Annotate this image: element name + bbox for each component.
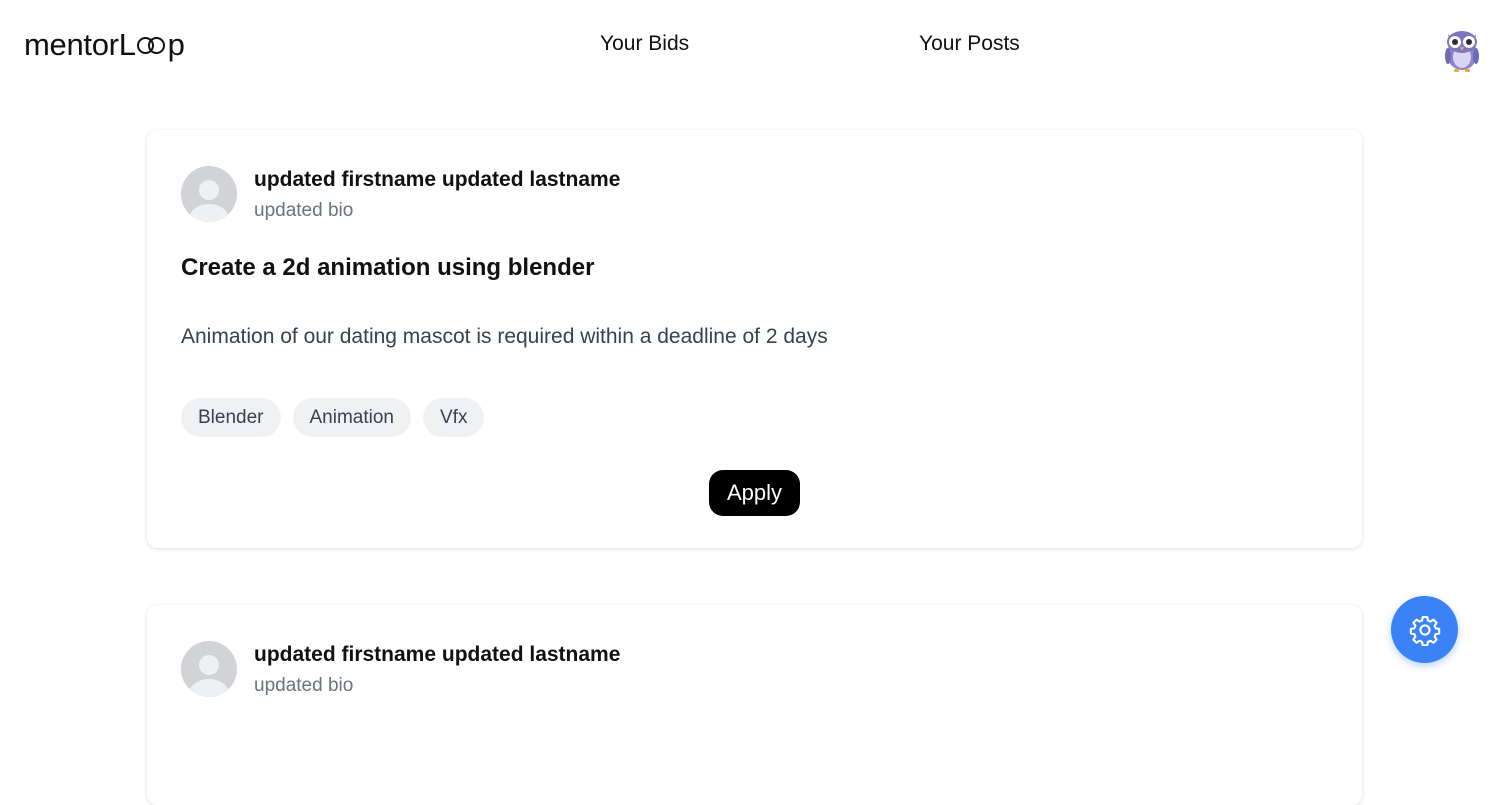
author-bio: updated bio: [254, 675, 354, 696]
logo-double-o: [136, 35, 167, 55]
author-name: updated firstname updated lastname: [254, 168, 621, 191]
post-card: updated firstname updated lastname updat…: [147, 130, 1362, 548]
post-card: updated firstname updated lastname updat…: [147, 605, 1362, 805]
author-bio: updated bio: [254, 200, 354, 221]
tag-chip: Animation: [292, 398, 411, 437]
author-avatar: [181, 166, 237, 222]
owl-avatar-icon[interactable]: [1442, 24, 1482, 72]
post-description: Animation of our dating mascot is requir…: [181, 325, 828, 348]
top-navbar: mentor Lp Your Bids Your Posts: [0, 0, 1502, 94]
tag-chip: Vfx: [423, 398, 485, 437]
post-title: Create a 2d animation using blender: [181, 254, 595, 281]
gear-icon: [1409, 615, 1440, 646]
tag-list: Blender Animation Vfx: [181, 398, 485, 437]
nav-your-posts[interactable]: Your Posts: [919, 32, 1020, 56]
nav-your-bids[interactable]: Your Bids: [600, 32, 689, 56]
author-name: updated firstname updated lastname: [254, 643, 621, 666]
tag-chip: Blender: [181, 398, 281, 437]
mentorloop-logo[interactable]: mentor Lp: [24, 27, 185, 63]
settings-fab-button[interactable]: [1391, 596, 1458, 663]
author-avatar: [181, 641, 237, 697]
apply-button[interactable]: Apply: [709, 470, 800, 516]
